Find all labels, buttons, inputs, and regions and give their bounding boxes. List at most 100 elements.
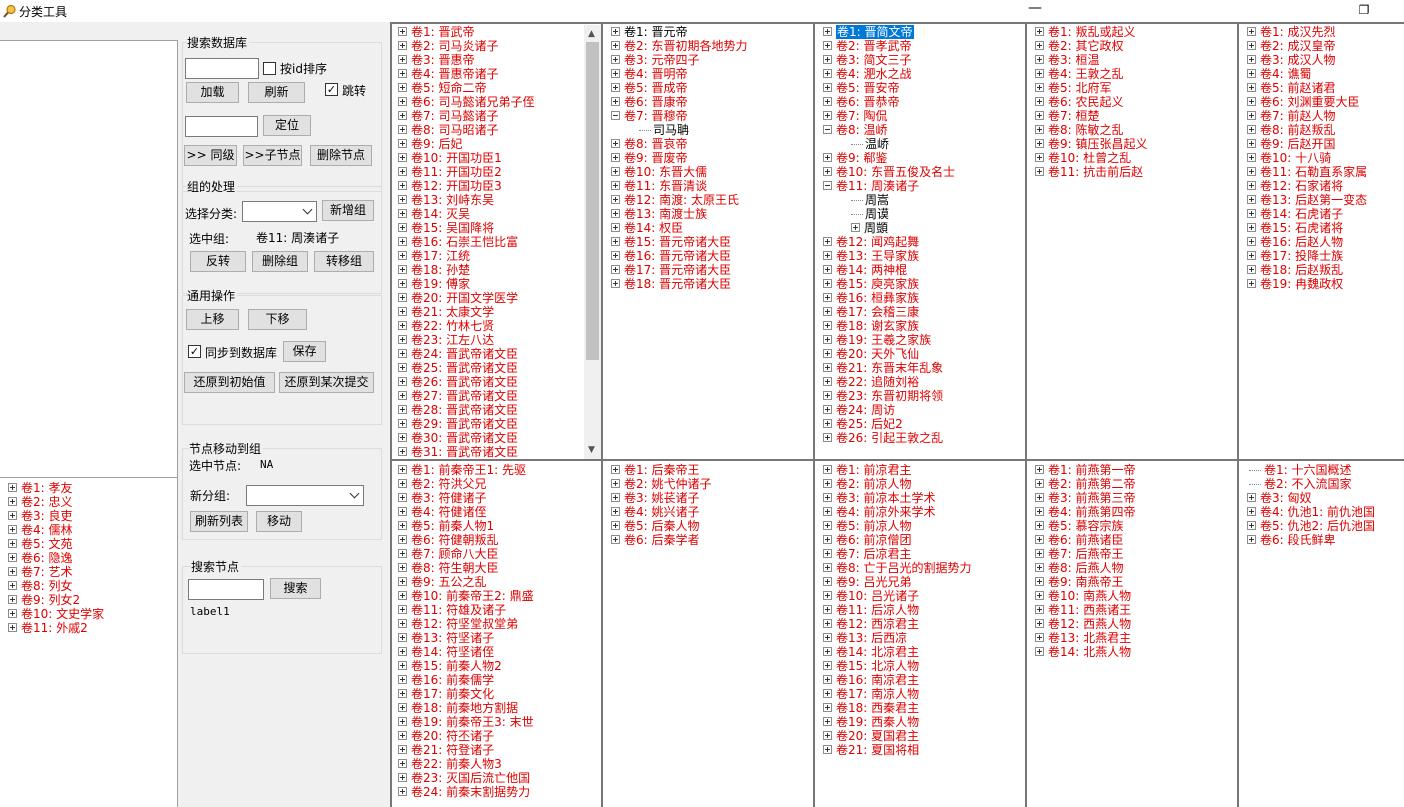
tree-node[interactable]: 卷1: 成汉先烈 [1247,25,1402,39]
tree-node[interactable]: 卷13: 后西凉 [823,631,1023,645]
expand-plus-icon[interactable] [1035,478,1044,488]
expand-plus-icon[interactable] [398,548,407,558]
tree-node[interactable]: 卷2: 前燕第二帝 [1035,477,1235,491]
tree-node[interactable]: 卷7: 艺术 [8,565,177,579]
collapse-minus-icon[interactable] [823,124,832,134]
tree-node[interactable]: 卷3: 符健诸子 [398,491,600,505]
tree-node[interactable]: 卷19: 冉魏政权 [1247,277,1402,291]
expand-plus-icon[interactable] [611,464,620,474]
expand-plus-icon[interactable] [398,152,407,162]
tree-node[interactable]: 卷4: 仇池1: 前仇池国 [1247,505,1402,519]
expand-plus-icon[interactable] [398,618,407,628]
expand-plus-icon[interactable] [1035,54,1044,64]
tree-node[interactable]: 卷12: 西燕人物 [1035,617,1235,631]
expand-plus-icon[interactable] [1035,534,1044,544]
expand-plus-icon[interactable] [398,418,407,428]
delete-group-button[interactable]: 删除组 [252,251,308,272]
same-level-button[interactable]: >> 同级 [184,145,237,166]
expand-plus-icon[interactable] [611,520,620,530]
move-down-button[interactable]: 下移 [248,309,307,330]
expand-plus-icon[interactable] [1247,110,1256,120]
tree-node[interactable]: 卷22: 追随刘裕 [823,375,1023,389]
expand-plus-icon[interactable] [611,492,620,502]
tree-node[interactable]: 卷18: 谢玄家族 [823,319,1023,333]
tree-node[interactable]: 卷16: 石崇王恺比富 [398,235,584,249]
tree-node[interactable]: 卷10: 十八骑 [1247,151,1402,165]
tree-node[interactable]: 卷4: 前凉外来学术 [823,505,1023,519]
locate-button[interactable]: 定位 [263,115,311,136]
tree-node[interactable]: 卷10: 开国功臣1 [398,151,584,165]
expand-plus-icon[interactable] [823,478,832,488]
expand-plus-icon[interactable] [1247,166,1256,176]
expand-plus-icon[interactable] [1035,590,1044,600]
tree-panel-1[interactable]: 卷1: 晋武帝 卷2: 司马炎诸子 卷3: 晋惠帝 卷4: 晋惠帝诸子 卷5: 短命二帝… [398,25,584,459]
expand-plus-icon[interactable] [398,478,407,488]
expand-plus-icon[interactable] [398,348,407,358]
expand-plus-icon[interactable] [1035,618,1044,628]
expand-plus-icon[interactable] [823,562,832,572]
expand-plus-icon[interactable] [1247,264,1256,274]
tree-node[interactable]: 卷16: 桓彝家族 [823,291,1023,305]
expand-plus-icon[interactable] [8,552,17,562]
tree-node[interactable]: 卷14: 北燕人物 [1035,645,1235,659]
tree-node[interactable]: 卷6: 刘渊重要大臣 [1247,95,1402,109]
expand-plus-icon[interactable] [1035,96,1044,106]
restore-commit-button[interactable]: 还原到某次提交 [279,372,374,393]
tree-node[interactable]: 卷9: 南燕帝王 [1035,575,1235,589]
expand-plus-icon[interactable] [611,534,620,544]
expand-plus-icon[interactable] [398,208,407,218]
tree-node[interactable]: 卷13: 南渡士族 [611,207,811,221]
expand-plus-icon[interactable] [1035,166,1044,176]
tree-node[interactable]: 卷25: 晋武帝诸文臣 [398,361,584,375]
tree-node[interactable]: 卷24: 周访 [823,403,1023,417]
tree-node[interactable]: 卷1: 晋武帝 [398,25,584,39]
expand-plus-icon[interactable] [823,534,832,544]
tree-node[interactable]: 卷19: 前秦帝王3: 末世 [398,715,600,729]
expand-plus-icon[interactable] [1247,96,1256,106]
tree-node[interactable]: 卷5: 晋成帝 [611,81,811,95]
expand-plus-icon[interactable] [398,758,407,768]
expand-plus-icon[interactable] [823,152,832,162]
expand-plus-icon[interactable] [8,538,17,548]
tree-node[interactable]: 卷15: 北凉人物 [823,659,1023,673]
tree-node[interactable]: 卷1: 叛乱或起义 [1035,25,1235,39]
expand-plus-icon[interactable] [8,510,17,520]
tree-node[interactable]: 卷2: 不入流国家 [1247,477,1402,491]
tree-node[interactable]: 卷9: 五公之乱 [398,575,600,589]
expand-plus-icon[interactable] [823,646,832,656]
expand-plus-icon[interactable] [823,520,832,530]
expand-plus-icon[interactable] [823,404,832,414]
sync-db-checkbox[interactable]: ✓ [188,345,201,358]
expand-plus-icon[interactable] [398,744,407,754]
tree-node[interactable]: 卷5: 文苑 [8,537,177,551]
tree-panel-8[interactable]: 卷1: 前凉君主 卷2: 前凉人物 卷3: 前凉本土学术 卷4: 前凉外来学术 卷5: … [823,463,1023,806]
expand-plus-icon[interactable] [823,82,832,92]
expand-plus-icon[interactable] [398,786,407,796]
tree-node[interactable]: 卷11: 抗击前后赵 [1035,165,1235,179]
expand-plus-icon[interactable] [1247,124,1256,134]
tree-node[interactable]: 卷23: 江左八达 [398,333,584,347]
tree-node[interactable]: 卷21: 夏国将相 [823,743,1023,757]
expand-plus-icon[interactable] [823,236,832,246]
tree-node[interactable]: 卷6: 前燕诸臣 [1035,533,1235,547]
expand-plus-icon[interactable] [398,492,407,502]
tree-node[interactable]: 卷8: 晋哀帝 [611,137,811,151]
expand-plus-icon[interactable] [1247,68,1256,78]
tree-node[interactable]: 卷20: 开国文学医学 [398,291,584,305]
tree-node[interactable]: 卷31: 晋武帝诸文臣 [398,445,584,459]
expand-plus-icon[interactable] [823,110,832,120]
expand-plus-icon[interactable] [398,404,407,414]
tree-node[interactable]: 卷8: 温峤 [823,123,1023,137]
expand-plus-icon[interactable] [398,306,407,316]
expand-plus-icon[interactable] [823,618,832,628]
expand-plus-icon[interactable] [398,250,407,260]
tree-node[interactable]: 卷6: 后秦学者 [611,533,811,547]
tree-node[interactable]: 卷26: 晋武帝诸文臣 [398,375,584,389]
tree-node[interactable]: 卷22: 竹林七贤 [398,319,584,333]
tree-child-node[interactable]: 司马聃 [611,123,811,137]
tree-node[interactable]: 卷27: 晋武帝诸文臣 [398,389,584,403]
expand-plus-icon[interactable] [823,432,832,442]
tree-node[interactable]: 卷11: 开国功臣2 [398,165,584,179]
expand-plus-icon[interactable] [611,236,620,246]
expand-plus-icon[interactable] [611,278,620,288]
